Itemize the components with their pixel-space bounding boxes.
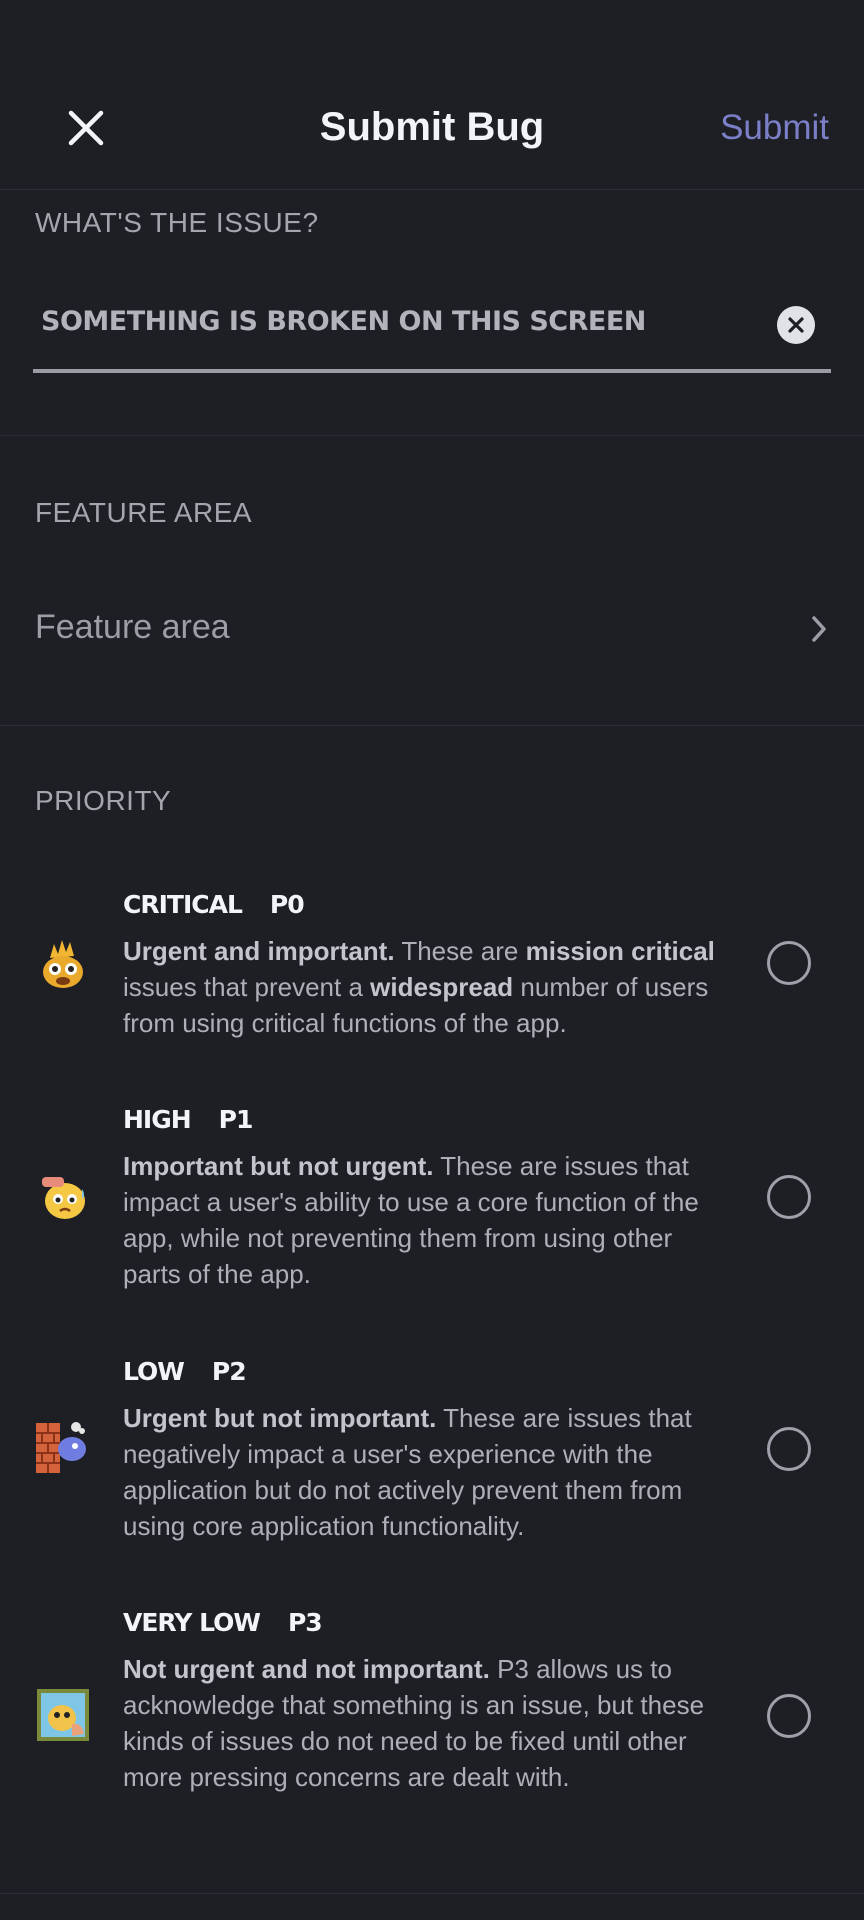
priority-title: High P1 — [123, 1105, 254, 1134]
issue-input[interactable] — [41, 296, 761, 346]
priority-name: High — [123, 1105, 192, 1134]
priority-code: P3 — [287, 1608, 323, 1637]
feature-area-selector[interactable]: Feature area — [0, 590, 864, 670]
clear-icon — [788, 317, 804, 333]
priority-code: P1 — [218, 1105, 254, 1134]
header: Submit Bug Submit — [0, 0, 864, 190]
divider — [0, 725, 864, 726]
issue-field — [33, 278, 831, 373]
priority-radio-p1[interactable] — [767, 1175, 811, 1219]
priority-description: Urgent and important. These are mission … — [123, 936, 715, 1038]
priority-description: Urgent but not important. These are issu… — [123, 1403, 692, 1541]
divider — [0, 1893, 864, 1894]
clear-input-button[interactable] — [777, 306, 815, 344]
priority-description: Important but not urgent. These are issu… — [123, 1151, 699, 1289]
priority-radio-p2[interactable] — [767, 1427, 811, 1471]
chevron-right-icon — [812, 616, 826, 642]
brick-wall-ghost-icon — [36, 1422, 86, 1473]
priority-title: Low P2 — [123, 1357, 247, 1386]
priority-name: Low — [123, 1357, 185, 1386]
priority-option-p0[interactable]: Critical P0 Urgent and important. These a… — [0, 890, 864, 1050]
priority-option-p3[interactable]: Very Low P3 Not urgent and not important.… — [0, 1608, 864, 1838]
submit-bug-screen: Submit Bug Submit WHAT'S THE ISSUE? FEAT… — [0, 0, 864, 1920]
priority-option-p2[interactable]: Low P2 Urgent but not important. These ar… — [0, 1357, 864, 1557]
submit-button[interactable]: Submit — [720, 108, 829, 148]
issue-section-label: WHAT'S THE ISSUE? — [35, 207, 319, 238]
worried-face-icon — [42, 1177, 85, 1219]
priority-title: Critical P0 — [123, 890, 305, 919]
priority-description: Not urgent and not important. P3 allows … — [123, 1654, 705, 1792]
priority-radio-p0[interactable] — [767, 941, 811, 985]
priority-name: Very Low — [123, 1608, 261, 1637]
feature-area-placeholder: Feature area — [35, 608, 230, 646]
priority-radio-p3[interactable] — [767, 1694, 811, 1738]
divider — [0, 435, 864, 436]
priority-section-label: PRIORITY — [35, 785, 172, 816]
priority-name: Critical — [123, 890, 243, 919]
priority-code: P2 — [211, 1357, 247, 1386]
feature-area-section-label: FEATURE AREA — [35, 497, 253, 528]
priority-code: P0 — [269, 890, 305, 919]
priority-option-p1[interactable]: High P1 Important but not urgent. These a… — [0, 1105, 864, 1305]
fire-duck-icon — [43, 940, 83, 988]
framed-picture-icon — [37, 1689, 89, 1741]
priority-title: Very Low P3 — [123, 1608, 323, 1637]
